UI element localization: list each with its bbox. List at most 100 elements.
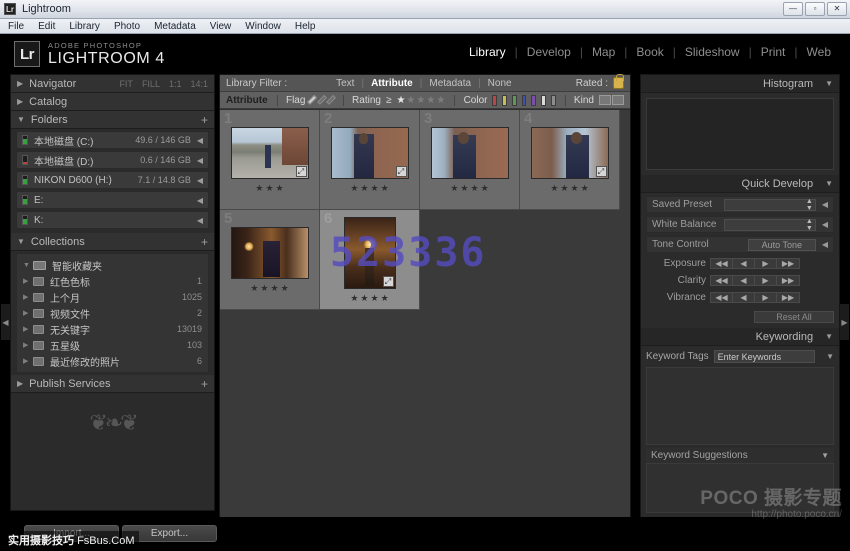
clarity-decrease[interactable]: ◀ [733, 276, 755, 285]
zoom-14-1[interactable]: 14:1 [190, 79, 208, 89]
keyword-suggestions-area[interactable] [646, 463, 834, 513]
add-publish-service-icon[interactable]: + [201, 377, 208, 391]
saved-preset-row[interactable]: Saved Preset ▲▼ ◀ [646, 196, 834, 213]
folder-row[interactable]: 本地磁盘 (D:) 0.6 / 146 GB ◀ [16, 151, 209, 169]
color-swatch-none[interactable] [541, 95, 546, 106]
right-panel-collapse-toggle[interactable]: ▶ [840, 304, 849, 340]
vibrance-increase-large[interactable]: ▶▶ [777, 293, 799, 302]
folder-row[interactable]: 本地磁盘 (C:) 49.6 / 146 GB ◀ [16, 131, 209, 149]
saved-preset-dropdown[interactable]: ▲▼ [724, 199, 816, 211]
zoom-1-1[interactable]: 1:1 [169, 79, 182, 89]
panel-navigator-header[interactable]: ▶ Navigator FIT FILL 1:1 14:1 [11, 75, 214, 93]
cell-rating[interactable]: ★★★★ [550, 184, 588, 193]
exposure-increase-large[interactable]: ▶▶ [777, 259, 799, 268]
flag-picked-icon[interactable] [308, 95, 318, 105]
chevron-left-icon[interactable]: ◀ [197, 196, 203, 205]
vibrance-control[interactable]: Vibrance ◀◀ ◀ ▶ ▶▶ [646, 290, 834, 304]
panel-quick-develop-header[interactable]: Quick Develop ▼ [641, 175, 839, 193]
thumbnail-image[interactable] [231, 227, 309, 279]
chevron-down-icon[interactable]: ▼ [826, 352, 834, 361]
module-print[interactable]: Print [752, 45, 795, 59]
module-book[interactable]: Book [627, 45, 672, 59]
menu-item-file[interactable]: File [8, 21, 24, 32]
chevron-left-icon[interactable]: ◀ [822, 220, 828, 229]
module-develop[interactable]: Develop [518, 45, 580, 59]
flag-rejected-icon[interactable] [326, 95, 336, 105]
cell-rating[interactable]: ★★★★ [450, 184, 488, 193]
keyword-suggestions-header[interactable]: Keyword Suggestions ▼ [646, 448, 834, 463]
star-icon[interactable]: ★ [406, 95, 415, 106]
chevron-down-icon[interactable]: ▼ [825, 79, 833, 88]
grid-cell[interactable]: 3 ★★★★ [420, 110, 520, 210]
color-swatch-red[interactable] [492, 95, 497, 106]
auto-tone-button[interactable]: Auto Tone [748, 239, 816, 251]
chevron-left-icon[interactable]: ◀ [197, 176, 203, 185]
color-swatch-yellow[interactable] [502, 95, 507, 106]
menu-item-photo[interactable]: Photo [114, 21, 140, 32]
filter-tab-text[interactable]: Text [329, 78, 361, 89]
chevron-down-icon[interactable]: ▼ [825, 179, 833, 188]
exposure-steppers[interactable]: ◀◀ ◀ ▶ ▶▶ [710, 258, 800, 269]
thumbnail-image[interactable] [431, 127, 509, 179]
tone-control-row[interactable]: Tone Control Auto Tone ◀ [646, 236, 834, 253]
flag-unflagged-icon[interactable] [317, 95, 327, 105]
menu-item-window[interactable]: Window [245, 21, 281, 32]
clarity-decrease-large[interactable]: ◀◀ [711, 276, 733, 285]
collection-row[interactable]: ▶ 五星级 103 [17, 337, 208, 353]
collection-row[interactable]: ▶ 最近修改的照片 6 [17, 353, 208, 369]
menu-item-metadata[interactable]: Metadata [154, 21, 196, 32]
cell-rating[interactable]: ★★★ [255, 184, 283, 193]
panel-collections-header[interactable]: ▼ Collections + [11, 233, 214, 251]
crop-badge-icon[interactable]: ⤢ [296, 166, 307, 177]
minimize-button[interactable]: — [783, 2, 803, 16]
menu-item-edit[interactable]: Edit [38, 21, 55, 32]
collection-row[interactable]: ▶ 无关键字 13019 [17, 321, 208, 337]
exposure-decrease-large[interactable]: ◀◀ [711, 259, 733, 268]
menu-item-help[interactable]: Help [295, 21, 316, 32]
cell-rating[interactable]: ★★★★ [350, 294, 388, 303]
filter-tab-attribute[interactable]: Attribute [364, 78, 420, 89]
collection-group-row[interactable]: ▼ 智能收藏夹 [17, 257, 208, 273]
filter-tab-none[interactable]: None [481, 78, 519, 89]
exposure-control[interactable]: Exposure ◀◀ ◀ ▶ ▶▶ [646, 256, 834, 270]
panel-publish-services-header[interactable]: ▶ Publish Services + [11, 375, 214, 393]
collection-row[interactable]: ▶ 上个月 1025 [17, 289, 208, 305]
keyword-list-area[interactable] [646, 367, 834, 445]
maximize-button[interactable]: ▫ [805, 2, 825, 16]
vibrance-decrease[interactable]: ◀ [733, 293, 755, 302]
thumbnail-image[interactable]: ⤢ [331, 127, 409, 179]
color-swatch-blue[interactable] [522, 95, 527, 106]
clarity-increase[interactable]: ▶ [755, 276, 777, 285]
clarity-steppers[interactable]: ◀◀ ◀ ▶ ▶▶ [710, 275, 800, 286]
keyword-input[interactable]: Enter Keywords [714, 350, 815, 363]
panel-histogram-header[interactable]: Histogram ▼ [641, 75, 839, 93]
menu-item-view[interactable]: View [210, 21, 232, 32]
crop-badge-icon[interactable]: ⤢ [396, 166, 407, 177]
left-panel-collapse-toggle[interactable]: ◀ [1, 304, 10, 340]
kind-virtual-copy-icon[interactable] [612, 95, 624, 105]
color-swatch-purple[interactable] [531, 95, 536, 106]
vibrance-decrease-large[interactable]: ◀◀ [711, 293, 733, 302]
grid-cell-selected[interactable]: 6 ⤢ ★★★★ [320, 210, 420, 310]
clarity-increase-large[interactable]: ▶▶ [777, 276, 799, 285]
rating-operator[interactable]: ≥ [386, 95, 392, 106]
filter-tab-metadata[interactable]: Metadata [422, 78, 478, 89]
add-folder-icon[interactable]: + [201, 113, 208, 127]
kind-master-photo-icon[interactable] [599, 95, 611, 105]
chevron-left-icon[interactable]: ◀ [822, 200, 828, 209]
chevron-down-icon[interactable]: ▼ [821, 451, 829, 460]
module-library[interactable]: Library [460, 45, 515, 59]
zoom-fill[interactable]: FILL [142, 79, 160, 89]
folder-row[interactable]: NIKON D600 (H:) 7.1 / 14.8 GB ◀ [16, 171, 209, 189]
thumbnail-image[interactable]: ⤢ [531, 127, 609, 179]
lock-icon[interactable] [613, 77, 624, 89]
module-slideshow[interactable]: Slideshow [676, 45, 749, 59]
folder-row[interactable]: E: ◀ [16, 191, 209, 209]
menu-item-library[interactable]: Library [69, 21, 100, 32]
crop-badge-icon[interactable]: ⤢ [596, 166, 607, 177]
color-swatch-green[interactable] [512, 95, 517, 106]
thumbnail-image[interactable]: ⤢ [231, 127, 309, 179]
vibrance-steppers[interactable]: ◀◀ ◀ ▶ ▶▶ [710, 292, 800, 303]
grid-cell[interactable]: 5 ★★★★ [220, 210, 320, 310]
chevron-down-icon[interactable]: ▼ [825, 332, 833, 341]
